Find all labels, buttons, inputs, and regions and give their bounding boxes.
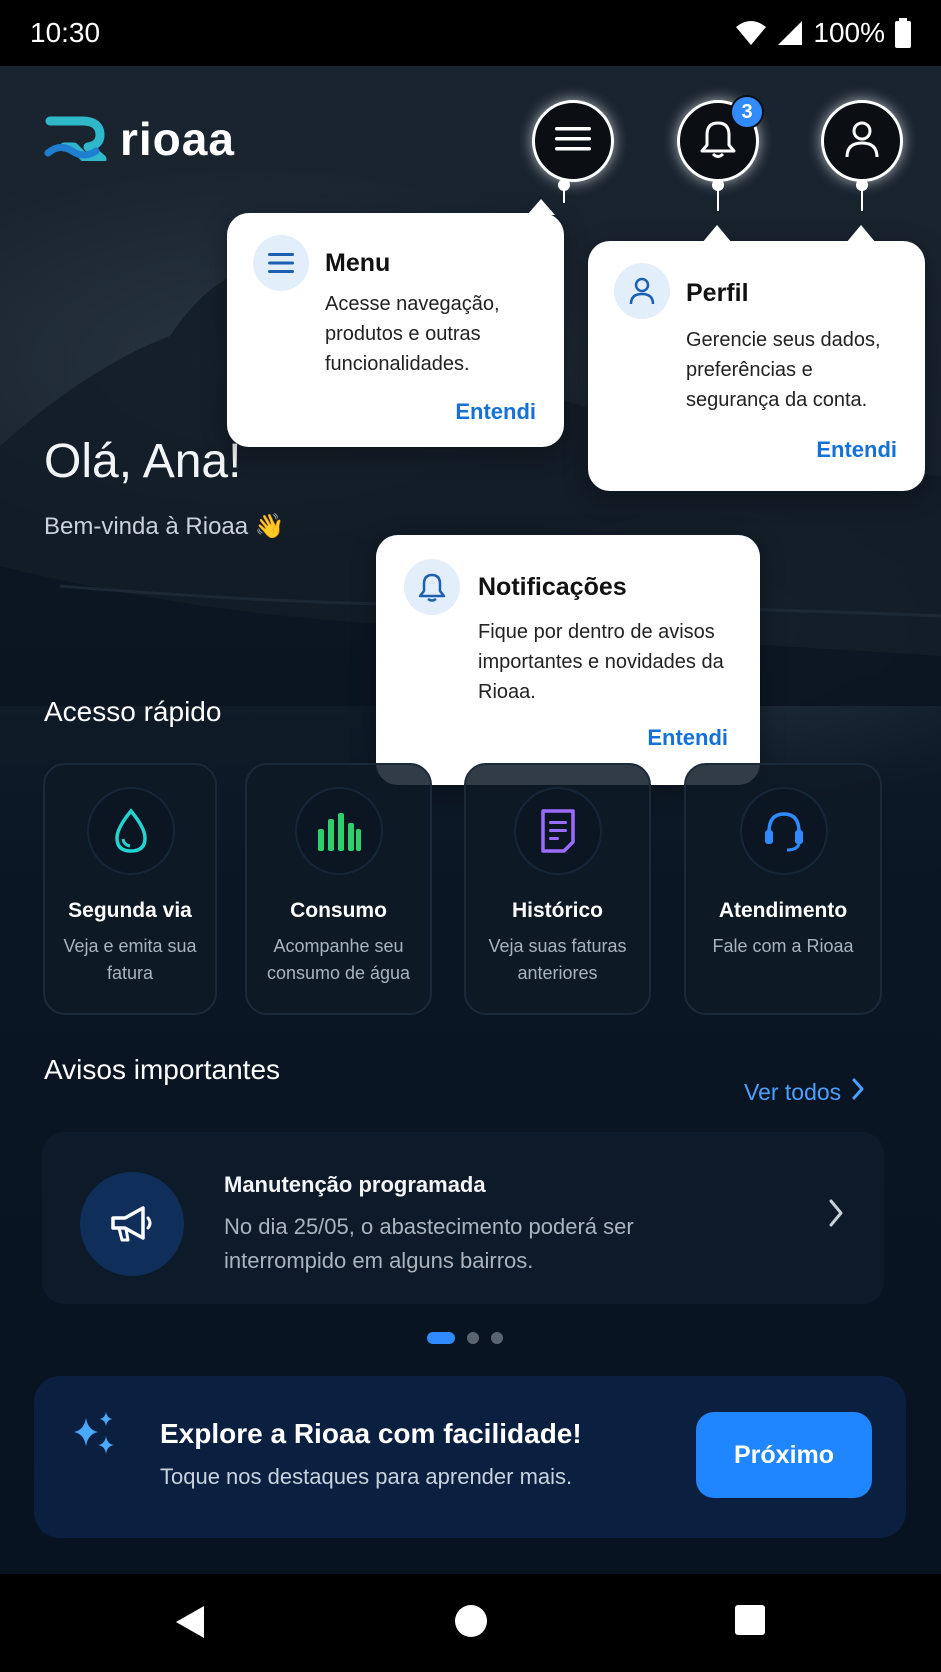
next-button[interactable]: Próximo (696, 1412, 872, 1498)
tooltip-notch (527, 199, 555, 215)
menu-tip-icon (253, 235, 309, 291)
notices-title: Avisos importantes (44, 1054, 281, 1085)
carousel-pagination (427, 1332, 503, 1344)
system-nav-bar (0, 1574, 941, 1672)
menu-tooltip: Menu Acesse navegação, produtos e outras… (227, 199, 564, 447)
profile-pointer-line (861, 185, 863, 211)
notice-title: Manutenção programada (224, 1172, 486, 1197)
status-icons: 100% (735, 17, 911, 49)
battery-percent: 100% (813, 17, 885, 48)
chevron-right-icon (851, 1078, 865, 1106)
sparkles-icon (72, 1410, 120, 1463)
greeting-subtitle: Bem-vinda à Rioaa 👋 (44, 513, 285, 540)
quick-access-item-desc: Veja suas faturas anteriores (488, 936, 627, 983)
notifications-button[interactable]: 3 (677, 95, 764, 182)
quick-access-item-desc: Fale com a Rioaa (712, 936, 854, 956)
notifications-tooltip: Notificações Fique por dentro de avisos … (376, 535, 760, 785)
notifications-tip-icon (404, 559, 460, 615)
bar-chart-icon (295, 787, 383, 875)
profile-tip-icon (614, 263, 670, 319)
document-icon (514, 787, 602, 875)
menu-pointer-line (563, 185, 565, 203)
pagination-dot-active[interactable] (427, 1332, 455, 1344)
see-all-label: Ver todos (744, 1078, 842, 1105)
tour-title: Explore a Rioaa com facilidade! (160, 1418, 582, 1449)
quick-access-item-title: Segunda via (68, 899, 192, 922)
wifi-icon (735, 20, 767, 46)
status-time: 10:30 (30, 17, 101, 48)
pagination-dot[interactable] (467, 1332, 479, 1344)
menu-tip-body: Acesse navegação, produtos e outras func… (325, 293, 500, 375)
rioaa-logo-icon (44, 113, 108, 166)
menu-tip-title: Menu (325, 249, 391, 277)
greeting-title: Olá, Ana! (44, 435, 242, 488)
pagination-dot[interactable] (491, 1332, 503, 1344)
quick-access-item-title: Atendimento (718, 899, 848, 922)
notifications-tip-dismiss-button[interactable]: Entendi (647, 725, 728, 751)
profile-tooltip: Perfil Gerencie seus dados, preferências… (588, 225, 925, 491)
user-icon (843, 119, 881, 164)
notifications-tip-title: Notificações (478, 573, 627, 601)
chevron-right-icon (828, 1198, 844, 1233)
tooltip-notch (702, 225, 732, 243)
water-drop-icon (87, 787, 175, 875)
brand-logo: rioaa (44, 112, 235, 166)
recents-square-icon[interactable] (734, 1604, 766, 1641)
quick-access-segunda-via[interactable]: Segunda via Veja e emita sua fatura (43, 763, 217, 1015)
brand-name: rioaa (120, 113, 235, 165)
home-circle-icon[interactable] (454, 1604, 488, 1643)
notifications-tip-body: Fique por dentro de avisos importantes e… (478, 621, 724, 703)
profile-tip-dismiss-button[interactable]: Entendi (816, 437, 897, 463)
tour-subtitle: Toque nos destaques para aprender mais. (160, 1464, 573, 1489)
notice-card[interactable]: Manutenção programada No dia 25/05, o ab… (42, 1132, 884, 1304)
back-triangle-icon[interactable] (174, 1604, 206, 1645)
quick-access-historico[interactable]: Histórico Veja suas faturas anteriores (464, 763, 651, 1015)
quick-access-item-desc: Veja e emita sua fatura (63, 936, 197, 983)
status-bar: 10:30 100% (0, 0, 941, 66)
notification-badge: 3 (730, 95, 764, 129)
quick-access-title: Acesso rápido (44, 696, 222, 727)
tooltip-notch (846, 225, 876, 243)
app-screen: rioaa 3 Olá, Ana! Bem-vinda à Rioaa 👋 Me… (0, 66, 941, 1574)
bell-icon (699, 119, 737, 164)
battery-icon (895, 18, 911, 48)
quick-access-item-title: Histórico (511, 899, 603, 922)
notice-body: No dia 25/05, o abastecimento poderá ser… (224, 1214, 634, 1273)
menu-tip-dismiss-button[interactable]: Entendi (455, 399, 536, 425)
megaphone-icon (80, 1172, 184, 1276)
notifications-pointer-line (717, 185, 719, 211)
quick-access-consumo[interactable]: Consumo Acompanhe seu consumo de água (245, 763, 432, 1015)
quick-access-item-desc: Acompanhe seu consumo de água (266, 936, 411, 983)
quick-access-atendimento[interactable]: Atendimento Fale com a Rioaa (684, 763, 882, 1015)
profile-tip-title: Perfil (686, 279, 749, 307)
menu-icon (555, 125, 591, 158)
profile-tip-body: Gerencie seus dados, preferências e segu… (686, 329, 881, 411)
profile-button[interactable] (821, 100, 903, 182)
quick-access-item-title: Consumo (290, 899, 387, 922)
onboarding-tour-bar: Explore a Rioaa com facilidade! Toque no… (34, 1376, 906, 1538)
see-all-link[interactable]: Ver todos (744, 1078, 865, 1106)
headset-icon (740, 787, 828, 875)
signal-icon (777, 20, 803, 46)
menu-button[interactable] (532, 100, 614, 182)
